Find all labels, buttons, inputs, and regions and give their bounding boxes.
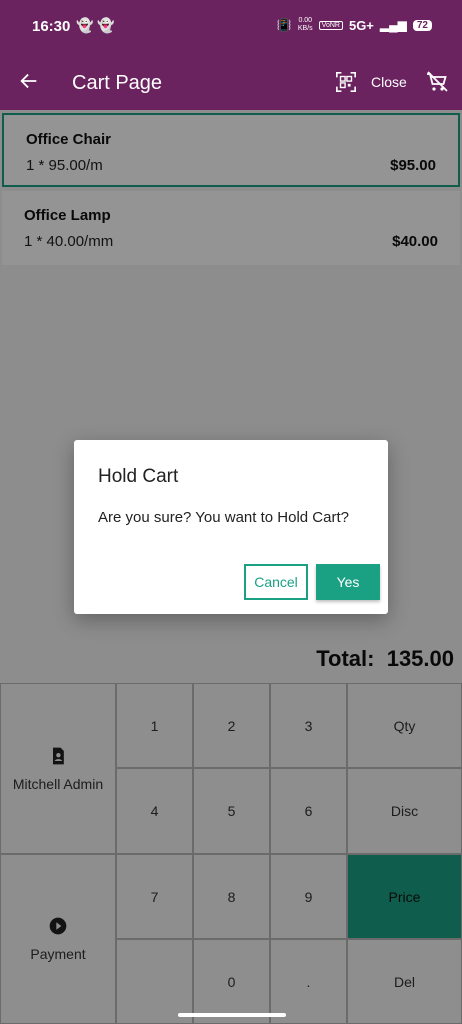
page-title: Cart Page (72, 72, 163, 94)
dialog-title: Hold Cart (98, 466, 179, 487)
cart-remove-icon[interactable] (425, 70, 449, 94)
hold-cart-dialog: Hold Cart Are you sure? You want to Hold… (74, 440, 388, 614)
signal-icon: ▂▄▆ (379, 18, 407, 32)
battery-level: 72 (412, 19, 432, 31)
status-time: 16:30 (32, 18, 71, 35)
close-button[interactable]: Close (371, 74, 407, 90)
cancel-button[interactable]: Cancel (244, 564, 308, 600)
vibrate-icon: 📳 (276, 18, 292, 32)
snapchat-notification-icon: 👻 (76, 17, 94, 33)
home-indicator[interactable] (178, 1013, 286, 1017)
status-bar: 16:30 👻 👻 📳 0.00 KB/s VoNR 5G+ ▂▄▆ 72 (0, 0, 462, 56)
dialog-message: Are you sure? You want to Hold Cart? (98, 509, 349, 526)
net-speed: 0.00 KB/s (297, 17, 313, 32)
volte-badge: VoNR (318, 20, 343, 30)
app-bar: Cart Page Close (0, 56, 462, 110)
snapchat-notification-icon: 👻 (97, 17, 115, 33)
arrow-left-icon[interactable] (18, 70, 40, 92)
status-icons: 📳 0.00 KB/s VoNR 5G+ ▂▄▆ 72 (277, 17, 432, 33)
qr-scan-icon[interactable] (335, 71, 357, 93)
yes-button[interactable]: Yes (316, 564, 380, 600)
network-type: 5G+ (348, 17, 374, 33)
